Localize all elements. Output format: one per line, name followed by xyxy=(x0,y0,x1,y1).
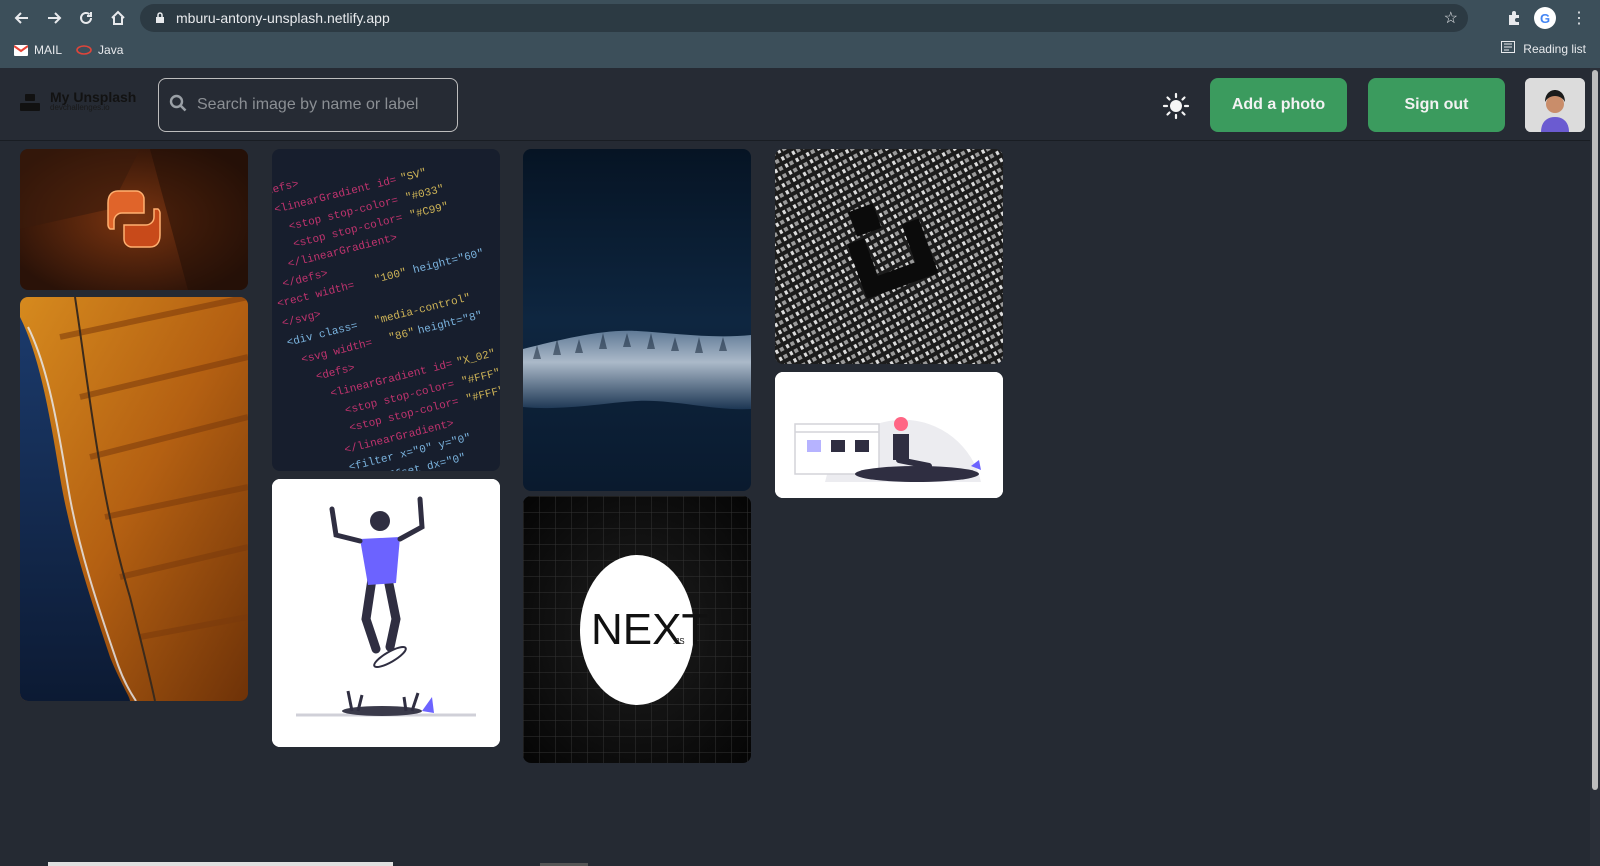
bookmarks-bar: MAIL Java xyxy=(0,38,1600,62)
page-scrollbar[interactable] xyxy=(1590,68,1600,866)
forward-icon[interactable] xyxy=(38,2,70,34)
extensions-icon[interactable] xyxy=(1500,4,1528,32)
java-icon xyxy=(76,45,92,55)
bookmark-mail[interactable]: MAIL xyxy=(14,43,62,57)
brand-subtitle: devchallenges.io xyxy=(50,103,110,112)
address-bar[interactable]: mburu-antony-unsplash.netlify.app ☆ xyxy=(140,4,1468,32)
user-avatar[interactable] xyxy=(1525,78,1585,132)
sun-icon[interactable] xyxy=(1162,92,1190,120)
brand-logo[interactable]: My Unsplash devchallenges.io xyxy=(18,90,136,112)
coastline-photo[interactable] xyxy=(20,297,248,701)
bookmark-star-icon[interactable]: ☆ xyxy=(1444,8,1458,28)
skateboarder-illustration[interactable] xyxy=(272,479,500,747)
reading-list-icon xyxy=(1501,41,1516,56)
reload-icon[interactable] xyxy=(70,2,102,34)
horizontal-scroll-indicator xyxy=(48,862,393,866)
forest-photo[interactable] xyxy=(523,149,751,491)
code-screen-photo[interactable]: <defs> <linearGradient id= "SV" <stop sto… xyxy=(272,149,500,471)
nextjs-suffix: .JS xyxy=(673,637,685,646)
browser-menu-icon[interactable]: ⋮ xyxy=(1565,4,1593,32)
google-profile-icon: G xyxy=(1534,7,1556,29)
lock-icon xyxy=(152,10,168,26)
gmail-icon xyxy=(14,44,28,56)
back-icon[interactable] xyxy=(6,2,38,34)
browser-chrome: mburu-antony-unsplash.netlify.app ☆ G ⋮ … xyxy=(0,0,1600,68)
bookmark-java[interactable]: Java xyxy=(76,43,123,57)
add-photo-button[interactable]: Add a photo xyxy=(1210,78,1347,132)
brand-name: My Unsplash xyxy=(50,89,137,105)
search-icon xyxy=(169,94,187,117)
reading-list-label: Reading list xyxy=(1523,41,1586,56)
sign-out-button[interactable]: Sign out xyxy=(1368,78,1505,132)
camera-logo-icon xyxy=(18,90,42,112)
scrollbar-thumb[interactable] xyxy=(1592,70,1598,790)
home-icon[interactable] xyxy=(102,2,134,34)
browser-toolbar: mburu-antony-unsplash.netlify.app ☆ G ⋮ xyxy=(0,0,1600,36)
nextjs-logo[interactable]: NEXT .JS xyxy=(523,496,751,763)
browser-illustration[interactable] xyxy=(775,372,1003,498)
bookmark-label: Java xyxy=(98,43,124,57)
search-box[interactable] xyxy=(158,78,458,132)
binary-lock-photo[interactable] xyxy=(775,149,1003,364)
reading-list-button[interactable]: Reading list xyxy=(1501,41,1586,56)
python-logo-photo[interactable] xyxy=(20,149,248,290)
url-text: mburu-antony-unsplash.netlify.app xyxy=(176,10,390,26)
search-input[interactable] xyxy=(197,96,447,114)
profile-avatar[interactable]: G xyxy=(1531,4,1559,32)
app-header: My Unsplash devchallenges.io Add a photo… xyxy=(0,68,1590,140)
nextjs-text: NEXT xyxy=(591,605,708,654)
bookmark-label: MAIL xyxy=(34,43,63,57)
